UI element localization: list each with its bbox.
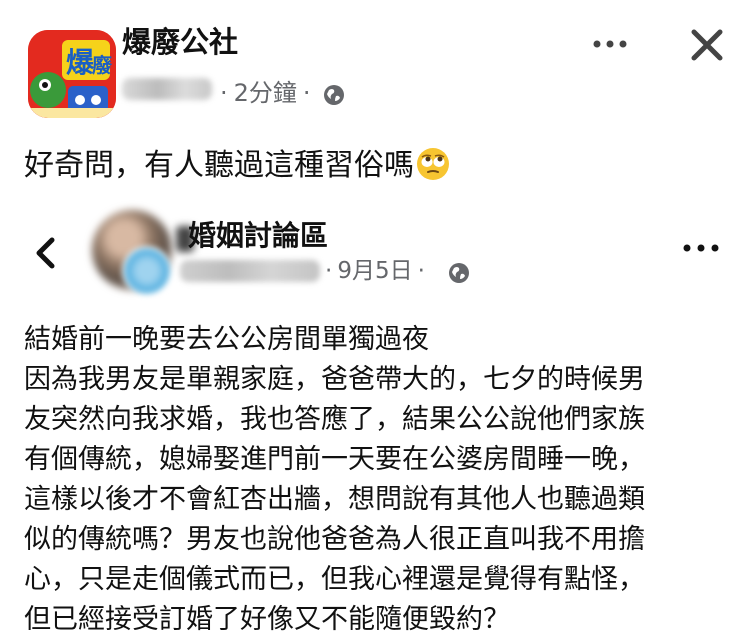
group-avatar[interactable]: 爆 廢 xyxy=(28,30,116,118)
group-name[interactable]: 爆廢公社 xyxy=(122,24,238,60)
svg-text:廢: 廢 xyxy=(92,53,113,77)
more-options-button[interactable] xyxy=(591,32,631,56)
post-text-content: 好奇問，有人聽過這種習俗嗎 xyxy=(24,148,414,183)
shared-post-body: 結婚前一晚要去公公房間單獨過夜 因為我男友是單親家庭，爸爸帶大的，七夕的時候男 … xyxy=(24,320,734,640)
body-line: 友突然向我求婚，我也答應了，結果公公說他們家族 xyxy=(24,404,645,435)
meta-separator: · xyxy=(417,258,425,284)
body-line: 結婚前一晚要去公公房間單獨過夜 xyxy=(24,324,429,355)
shared-post: 婚姻討論區 · 9月5日 · 結婚前一晚要去公公房間單獨過夜 因為我男友是單親家庭，… xyxy=(0,200,748,635)
shared-group-avatar-badge xyxy=(122,246,172,296)
globe-icon xyxy=(323,84,345,110)
post-meta: · 2分鐘 · xyxy=(214,78,317,108)
body-line: 心，只是走個儀式而已，但我心裡還是覺得有點怪， xyxy=(24,564,645,595)
post-header: 爆 廢 爆廢公社 · 2分鐘 · xyxy=(0,0,748,130)
globe-icon xyxy=(448,262,470,288)
shared-post-meta: · 9月5日 · xyxy=(320,256,430,286)
post-time[interactable]: 2分鐘 xyxy=(234,79,297,107)
meta-separator: · xyxy=(220,79,228,107)
shared-post-date[interactable]: 9月5日 xyxy=(337,258,412,284)
body-line: 因為我男友是單親家庭，爸爸帶大的，七夕的時候男 xyxy=(24,364,645,395)
shared-group-name[interactable]: 婚姻討論區 xyxy=(188,218,328,254)
rolling-eyes-emoji-icon xyxy=(416,147,450,192)
body-line: 似的傳統嗎？男友也說他爸爸為人很正直叫我不用擔 xyxy=(24,524,645,555)
body-line: 有個傳統，媳婦娶進門前一天要在公婆房間睡一晚， xyxy=(24,444,645,475)
shared-more-options-button[interactable] xyxy=(680,238,722,258)
meta-separator: · xyxy=(302,79,311,107)
author-name-blurred[interactable] xyxy=(122,78,212,100)
svg-text:爆: 爆 xyxy=(66,46,95,79)
close-button[interactable] xyxy=(688,26,726,64)
post-text: 好奇問，有人聽過這種習俗嗎 xyxy=(24,146,450,192)
body-line: 但已經接受訂婚了好像又不能隨便毀約？ xyxy=(24,604,510,635)
meta-separator: · xyxy=(325,258,333,284)
shared-author-name-blurred[interactable] xyxy=(180,260,320,282)
body-line: 這樣以後才不會紅杏出牆，想問說有其他人也聽過類 xyxy=(24,484,645,515)
back-button[interactable] xyxy=(32,236,60,270)
